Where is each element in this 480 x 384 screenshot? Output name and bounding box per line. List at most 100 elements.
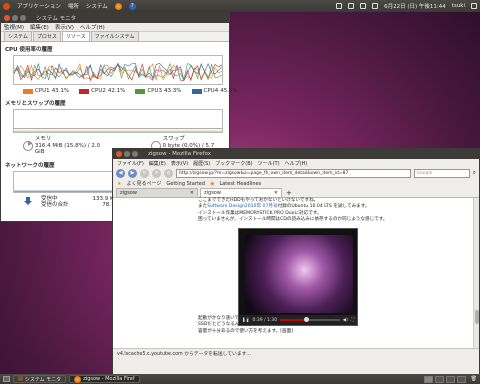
bookmark-star-icon: ★: [117, 180, 122, 187]
recv-total-label: 受信の合計: [41, 202, 69, 208]
rss-icon: ◉: [210, 180, 215, 187]
memory-graph: [13, 109, 223, 133]
top-menu: アプリケーション 場所 システム ?: [3, 2, 136, 10]
stop-icon[interactable]: ✕: [152, 168, 161, 178]
keyboard-icon[interactable]: [336, 3, 343, 9]
back-icon[interactable]: ◀: [116, 168, 125, 178]
ff-menu-file[interactable]: ファイル(F): [117, 160, 144, 167]
close-icon[interactable]: [116, 151, 122, 157]
article-text-2: 起動がかなり速いですね。 SSDだとどうなるんでしょうね? 容量が十分あるので使…: [198, 316, 393, 335]
firefox-window: zigsow - Mozilla Firefox ファイル(F) 編集(E) 表…: [112, 148, 480, 376]
workspace-2[interactable]: [434, 375, 444, 383]
tab-filesystems[interactable]: ファイルシステム: [90, 31, 139, 41]
bookmark-most-visited[interactable]: よく見るページ: [126, 180, 161, 187]
network-icon[interactable]: [348, 3, 355, 9]
clock[interactable]: 6月22日 (日) 午後11:44: [384, 2, 446, 10]
cpu4-legend: CPU4 45.8%: [191, 88, 238, 94]
user-name[interactable]: tsuki: [452, 3, 465, 9]
trash-icon[interactable]: 🗑: [471, 376, 477, 383]
menu-system[interactable]: システム: [86, 2, 108, 10]
navigation-toolbar: ◀ ▶ ↻ ✕ ⌂ http://zigsow.jp/?m=zigsow&a=p…: [113, 167, 479, 179]
menu-applications[interactable]: アプリケーション: [17, 2, 61, 10]
firefox-title: zigsow - Mozilla Firefox: [148, 151, 212, 157]
mail-icon[interactable]: [360, 3, 367, 9]
scroll-thumb[interactable]: [475, 310, 479, 324]
status-bar: v4.lscache5.c.youtube.com からデータを転送しています.…: [113, 348, 479, 357]
firefox-menubar: ファイル(F) 編集(E) 表示(V) 履歴(S) ブックマーク(B) ツール(…: [113, 159, 479, 167]
cpu4-swatch[interactable]: [191, 88, 202, 94]
sysmon-menu-view[interactable]: 表示(V): [55, 23, 74, 31]
close-tab-icon[interactable]: ✕: [274, 190, 278, 196]
memory-pie-icon[interactable]: [23, 140, 33, 151]
task-firefox[interactable]: zigsow - Mozilla Firef: [69, 375, 140, 383]
cpu3-swatch[interactable]: [135, 88, 146, 94]
firefox-titlebar[interactable]: zigsow - Mozilla Firefox: [113, 149, 479, 159]
firefox-launcher-icon[interactable]: [114, 2, 122, 10]
tab-label: zigsow: [204, 190, 221, 196]
cpu1-swatch[interactable]: [23, 88, 33, 94]
menu-places[interactable]: 場所: [68, 2, 79, 10]
cpu2-swatch[interactable]: [79, 88, 90, 94]
cpu-graph: [13, 55, 223, 85]
memory-history-title: メモリとスワップの履歴: [5, 101, 66, 107]
tab-zigsow-2[interactable]: zigsow ✕: [200, 188, 282, 197]
bookmark-getting-started[interactable]: Getting Started: [166, 181, 205, 187]
ff-menu-help[interactable]: ヘルプ(H): [285, 160, 308, 167]
cpu1-value: 43.1%: [51, 88, 70, 94]
video-frame[interactable]: [245, 235, 353, 313]
tab-label: zigsow: [120, 190, 137, 196]
article-text: ここまでできたHDDもやっておかないといけないですね。 またSoftware D…: [198, 198, 393, 223]
show-desktop-icon[interactable]: [3, 376, 10, 382]
close-tab-icon[interactable]: ✕: [190, 190, 194, 196]
task-system-monitor[interactable]: ▤ システム モニタ: [13, 375, 67, 383]
article-line: 容量が十分あるので使い方を考えます。[画面]: [198, 328, 294, 334]
forward-icon[interactable]: ▶: [128, 168, 137, 178]
tab-resources[interactable]: リソース: [61, 31, 90, 41]
minimize-icon[interactable]: [124, 151, 130, 157]
ff-menu-tools[interactable]: ツール(T): [258, 160, 280, 167]
maximize-icon[interactable]: [20, 15, 26, 21]
search-icon[interactable]: ⌕: [473, 169, 476, 177]
new-tab-icon[interactable]: +: [286, 189, 292, 197]
power-icon[interactable]: [471, 3, 477, 9]
workspace-4[interactable]: [456, 375, 466, 383]
search-input[interactable]: Google: [413, 168, 470, 178]
sysmon-titlebar[interactable]: システム モニタ: [1, 13, 229, 23]
bookmark-latest-headlines[interactable]: Latest Headlines: [219, 181, 261, 187]
tab-zigsow-1[interactable]: zigsow ✕: [116, 188, 198, 197]
page-content: ここまでできたHDDもやっておかないといけないですね。 またSoftware D…: [113, 198, 479, 348]
ubuntu-logo-icon[interactable]: [3, 2, 10, 10]
home-icon[interactable]: ⌂: [164, 168, 173, 178]
ff-menu-edit[interactable]: 編集(E): [149, 160, 166, 167]
maximize-icon[interactable]: [132, 151, 138, 157]
video-player[interactable]: ❚❚ 0:39 / 1:30 ◀) ⛶: [238, 228, 358, 326]
bookmarks-toolbar: ★ よく見るページ Getting Started ◉ Latest Headl…: [113, 179, 479, 188]
ff-menu-history[interactable]: 履歴(S): [193, 160, 210, 167]
cpu-legend: CPU1 43.1% CPU2 42.1% CPU3 43.3% CPU4 45…: [23, 88, 238, 94]
sysmon-menu-edit[interactable]: 編集(E): [30, 23, 49, 31]
sysmon-menu-help[interactable]: ヘルプ(H): [80, 23, 105, 31]
workspace-1[interactable]: [423, 375, 433, 383]
ff-menu-view[interactable]: 表示(V): [171, 160, 188, 167]
tab-system[interactable]: システム: [4, 31, 32, 41]
cpu1-name: CPU1: [35, 88, 50, 94]
sysmon-menu-monitor[interactable]: 監視(M): [4, 23, 24, 31]
top-panel: アプリケーション 場所 システム ? 6月22日 (日) 午後11:44 tsu…: [0, 0, 480, 12]
close-icon[interactable]: [4, 15, 10, 21]
workspace-switcher: 🗑: [423, 375, 477, 383]
workspace-3[interactable]: [445, 375, 455, 383]
url-bar[interactable]: http://zigsow.jp/?m=zigsow&a=page_fh_own…: [176, 168, 411, 178]
help-icon[interactable]: ?: [128, 2, 136, 10]
cpu1-legend: CPU1 43.1%: [23, 88, 69, 94]
cpu3-name: CPU3: [147, 88, 163, 94]
firefox-icon: [74, 375, 82, 383]
article-link[interactable]: Software Design2010年 07月号: [207, 204, 277, 209]
memory-value: 316.4 MiB (15.8%) / 2.0 GiB: [34, 142, 101, 156]
minimize-icon[interactable]: [12, 15, 18, 21]
article-line: 困っていませんが、インストール時間はCDの読み込みに依存するのか同じような感じで…: [198, 216, 388, 222]
vertical-scrollbar[interactable]: [473, 198, 479, 348]
volume-icon[interactable]: [372, 3, 379, 9]
reload-icon[interactable]: ↻: [140, 168, 149, 178]
tab-processes[interactable]: プロセス: [32, 31, 61, 41]
ff-menu-bookmarks[interactable]: ブックマーク(B): [215, 160, 252, 167]
